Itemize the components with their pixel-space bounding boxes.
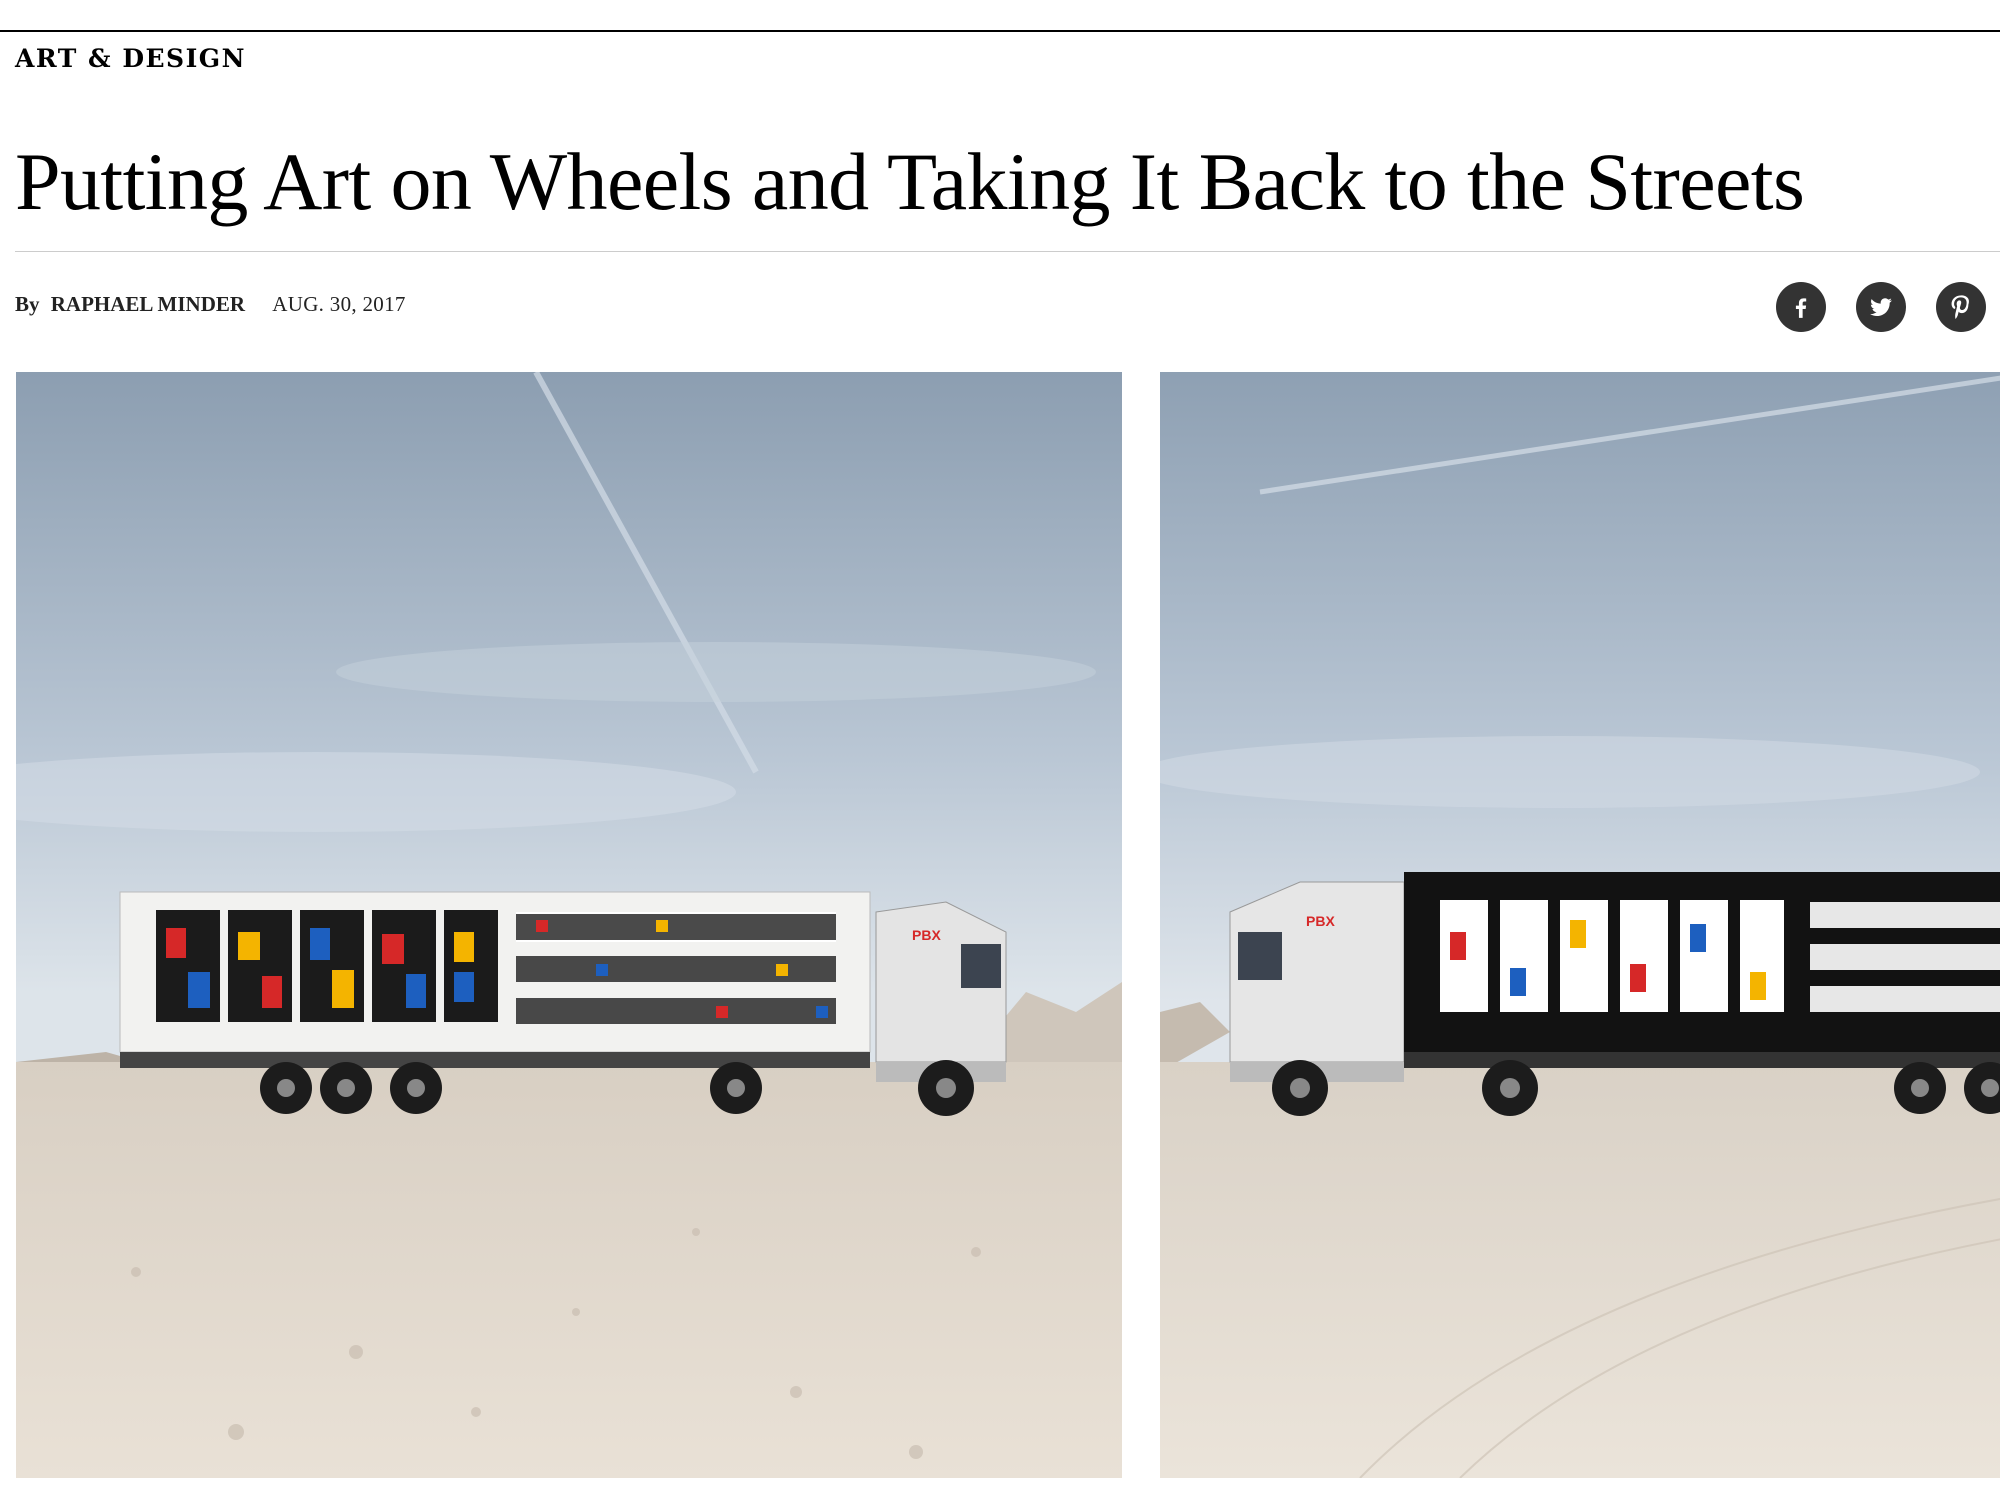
black-truck-photo[interactable]: PBX — [1160, 372, 2000, 1478]
byline: By RAPHAEL MINDER AUG. 30, 2017 — [15, 292, 406, 317]
cab-logo-left: PBX — [912, 927, 941, 943]
headline-divider — [15, 251, 2000, 252]
share-tools — [1776, 282, 1986, 332]
facebook-icon — [1795, 298, 1807, 318]
article-headline: Putting Art on Wheels and Taking It Back… — [15, 136, 1805, 227]
twitter-icon — [1870, 298, 1892, 316]
twitter-share-button[interactable] — [1856, 282, 1906, 332]
white-truck-photo[interactable]: PBX — [16, 372, 1122, 1478]
cab-logo-right: PBX — [1306, 913, 1335, 929]
section-label[interactable]: ART & DESIGN — [15, 44, 246, 73]
byline-prefix: By — [15, 292, 40, 316]
facebook-share-button[interactable] — [1776, 282, 1826, 332]
publish-date: AUG. 30, 2017 — [272, 292, 406, 316]
author-name[interactable]: RAPHAEL MINDER — [51, 292, 245, 316]
pinterest-icon — [1951, 295, 1969, 319]
pinterest-share-button[interactable] — [1936, 282, 1986, 332]
masthead-rule — [0, 0, 2000, 32]
